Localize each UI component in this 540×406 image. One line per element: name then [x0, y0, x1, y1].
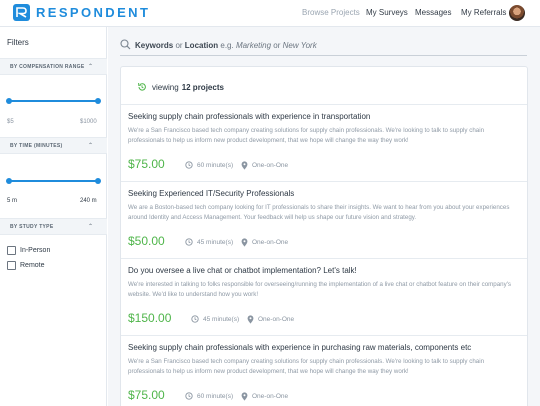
project-description: We're a San Francisco based tech company… [128, 358, 485, 375]
project-card[interactable]: Do you oversee a live chat or chatbot im… [121, 258, 527, 336]
main-content: Keywords or Location e.g. Marketing or N… [108, 27, 540, 406]
project-title[interactable]: Seeking supply chain professionals with … [128, 343, 471, 352]
project-format: One-on-One [241, 238, 288, 247]
search-example-keyword: Marketing [235, 41, 272, 50]
project-format-text: One-on-One [252, 162, 289, 169]
time-max-handle[interactable] [95, 177, 101, 184]
chevron-up-icon[interactable]: ⌃ [88, 223, 93, 230]
remote-label: Remote [20, 262, 45, 269]
project-title[interactable]: Do you oversee a live chat or chatbot im… [128, 266, 357, 275]
project-price: $75.00 [128, 157, 165, 171]
project-format: One-on-One [247, 315, 294, 324]
search-placeholder: Keywords or Location e.g. Marketing or N… [135, 41, 317, 50]
project-format: One-on-One [241, 161, 288, 170]
location-pin-icon [241, 392, 248, 401]
compensation-filter-header[interactable]: BY COMPENSATION RANGE ⌃ [0, 58, 107, 75]
top-navigation-bar: RESPONDENT Browse Projects My Surveys Me… [0, 0, 540, 27]
brand-name: RESPONDENT [36, 5, 151, 20]
in-person-label: In-Person [20, 247, 51, 254]
brand-logo[interactable]: RESPONDENT [13, 4, 150, 21]
search-or-text: or [271, 41, 283, 50]
project-description: We're a San Francisco based tech company… [128, 127, 485, 144]
results-prefix: viewing [152, 82, 179, 92]
project-duration-text: 60 minute(s) [197, 161, 234, 169]
compensation-max-handle[interactable] [95, 97, 101, 104]
nav-my-surveys[interactable]: My Surveys [366, 8, 408, 17]
project-description: We are a Boston-based tech company looki… [128, 204, 510, 221]
nav-browse-projects[interactable]: Browse Projects [302, 8, 360, 17]
clock-icon [185, 161, 193, 169]
location-pin-icon [247, 315, 254, 324]
time-range-slider[interactable] [6, 177, 101, 184]
project-duration: 60 minute(s) [185, 392, 233, 400]
location-pin-icon [241, 238, 248, 247]
project-price: $50.00 [128, 234, 165, 248]
project-duration: 45 minute(s) [185, 238, 233, 246]
compensation-max-label: $1000 [80, 119, 97, 125]
clock-icon [185, 392, 193, 400]
project-title[interactable]: Seeking supply chain professionals with … [128, 112, 370, 121]
project-duration-text: 60 minute(s) [197, 392, 234, 400]
project-price: $75.00 [128, 388, 165, 402]
search-example-location: New York [282, 41, 317, 50]
study-type-remote[interactable]: Remote [7, 261, 45, 270]
project-price: $150.00 [128, 311, 172, 325]
project-duration-text: 45 minute(s) [197, 238, 234, 246]
chevron-up-icon[interactable]: ⌃ [88, 142, 93, 149]
projects-panel: viewing 12 projects Seeking supply chain… [120, 66, 528, 406]
project-format: One-on-One [241, 392, 288, 401]
time-min-handle[interactable] [6, 177, 12, 184]
study-type-in-person[interactable]: In-Person [7, 246, 50, 255]
project-duration: 45 minute(s) [191, 315, 239, 323]
project-description: We're interested in talking to folks res… [128, 281, 511, 298]
time-filter-label: BY TIME (MINUTES) [10, 143, 63, 149]
nav-messages[interactable]: Messages [415, 8, 451, 17]
project-duration: 60 minute(s) [185, 161, 233, 169]
history-icon [138, 82, 146, 91]
search-icon [120, 39, 131, 50]
nav-my-referrals[interactable]: My Referrals [461, 8, 506, 17]
study-type-filter-header[interactable]: BY STUDY TYPE ⌃ [0, 218, 107, 235]
location-pin-icon [241, 161, 248, 170]
project-title[interactable]: Seeking Experienced IT/Security Professi… [128, 189, 294, 198]
search-or-text: or [173, 41, 185, 50]
remote-checkbox[interactable] [7, 261, 16, 270]
compensation-range-slider[interactable] [6, 97, 101, 104]
in-person-checkbox[interactable] [7, 246, 16, 255]
compensation-filter-label: BY COMPENSATION RANGE [10, 64, 85, 70]
compensation-min-handle[interactable] [6, 97, 12, 104]
results-summary: viewing 12 projects [137, 82, 224, 92]
clock-icon [191, 315, 199, 323]
study-type-filter-label: BY STUDY TYPE [10, 224, 54, 230]
search-location-label: Location [184, 41, 219, 50]
project-format-text: One-on-One [258, 316, 295, 323]
search-keywords-label: Keywords [135, 41, 174, 50]
clock-icon [185, 238, 193, 246]
project-card[interactable]: Seeking Experienced IT/Security Professi… [121, 181, 527, 259]
filters-sidebar: Filters BY COMPENSATION RANGE ⌃ $5 $1000… [0, 27, 107, 406]
project-card[interactable]: Seeking supply chain professionals with … [121, 104, 527, 182]
filters-title: Filters [7, 38, 29, 47]
search-input[interactable]: Keywords or Location e.g. Marketing or N… [120, 36, 527, 56]
project-duration-text: 45 minute(s) [203, 315, 240, 323]
time-min-label: 5 m [7, 198, 18, 204]
compensation-min-label: $5 [7, 119, 14, 125]
time-filter-header[interactable]: BY TIME (MINUTES) ⌃ [0, 137, 107, 154]
search-eg-text: e.g. [218, 41, 236, 50]
respondent-logo-icon [13, 4, 30, 21]
project-format-text: One-on-One [252, 239, 289, 246]
avatar[interactable] [509, 5, 525, 21]
project-format-text: One-on-One [252, 393, 289, 400]
project-card[interactable]: Seeking supply chain professionals with … [121, 335, 527, 406]
time-max-label: 240 m [80, 198, 97, 204]
chevron-up-icon[interactable]: ⌃ [88, 63, 93, 70]
results-count: 12 projects [181, 82, 224, 92]
